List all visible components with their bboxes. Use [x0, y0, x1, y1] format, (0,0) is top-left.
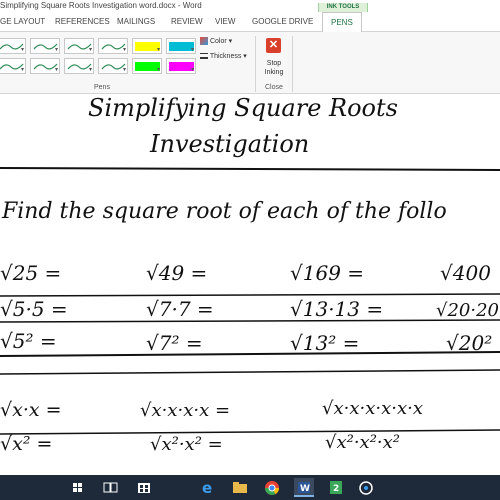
problem-cell: √169 =	[290, 261, 364, 285]
problem-cell: √400	[440, 261, 491, 285]
ink-tools-context-label: INK TOOLS	[318, 3, 368, 12]
problem-cell: √7² =	[146, 331, 203, 355]
app-icon[interactable]: 2	[326, 478, 346, 497]
instruction-text: Find the square root of each of the foll…	[1, 199, 447, 224]
windows-taskbar: e W 2	[0, 475, 500, 500]
problem-cell: √5² =	[0, 329, 57, 353]
chevron-down-icon: ▾	[54, 67, 58, 73]
chevron-down-icon: ▾	[156, 47, 160, 53]
thickness-icon	[200, 53, 208, 60]
edge-icon[interactable]: e	[198, 478, 218, 497]
tab-mailings[interactable]: MAILINGS	[117, 17, 155, 26]
color-icon	[200, 37, 208, 46]
task-view-icon[interactable]	[100, 478, 120, 497]
pen-style-10[interactable]: ▾	[98, 58, 128, 74]
problem-cell: √x²·x² =	[150, 434, 223, 455]
stop-inking-label-1: Stop	[266, 60, 282, 67]
doc-title-line-2: Investigation	[149, 130, 309, 158]
problem-cell: √20²	[446, 331, 492, 355]
pen-style-2[interactable]: ▾	[30, 38, 60, 54]
tab-view[interactable]: VIEW	[215, 17, 235, 26]
chevron-down-icon: ▾	[88, 67, 92, 73]
handwritten-page: Simplifying Square Roots Investigation F…	[0, 94, 500, 455]
document-canvas[interactable]: Simplifying Square Roots Investigation F…	[0, 94, 500, 475]
stop-inking-label-2: Inking	[264, 69, 284, 76]
problem-cell: √x·x·x·x·x·x	[322, 398, 423, 419]
doc-title-line-1: Simplifying Square Roots	[88, 94, 398, 122]
tab-references[interactable]: REFERENCES	[55, 17, 110, 26]
group-divider	[255, 36, 256, 92]
problem-cell: √5·5 =	[0, 297, 68, 321]
pen-style-7[interactable]: ▾	[0, 58, 26, 74]
window-title: Simplifying Square Roots Investigation w…	[0, 1, 202, 10]
problem-cell: √7·7 =	[146, 297, 214, 321]
pens-group-label: Pens	[94, 84, 110, 91]
chrome-icon[interactable]	[262, 478, 282, 497]
pen-style-5[interactable]: ▾	[132, 38, 162, 54]
chevron-down-icon: ▾	[190, 67, 194, 73]
problem-cell: √49 =	[146, 261, 207, 285]
store-icon[interactable]	[134, 478, 154, 497]
pen-style-8[interactable]: ▾	[30, 58, 60, 74]
problem-cell: √13² =	[290, 331, 359, 355]
divider-line	[0, 167, 500, 171]
problem-cell: √25 =	[0, 261, 61, 285]
pen-style-9[interactable]: ▾	[64, 58, 94, 74]
close-group-label: Close	[265, 84, 283, 91]
chevron-down-icon: ▾	[54, 47, 58, 53]
problem-cell: √x² =	[0, 433, 52, 455]
problem-cell: √x·x·x·x =	[140, 400, 230, 421]
chevron-down-icon: ▾	[190, 47, 194, 53]
row-line	[0, 369, 500, 375]
pen-style-12[interactable]: ▾	[166, 58, 196, 74]
chevron-down-icon: ▾	[122, 47, 126, 53]
svg-text:e: e	[202, 479, 212, 497]
pen-style-4[interactable]: ▾	[98, 38, 128, 54]
group-divider	[292, 36, 293, 92]
pen-style-11[interactable]: ▾	[132, 58, 162, 74]
row-line	[0, 293, 500, 297]
title-bar: Simplifying Square Roots Investigation w…	[0, 0, 500, 12]
thickness-label: Thickness	[209, 53, 242, 60]
ribbon-tabs: GE LAYOUT REFERENCES MAILINGS REVIEW VIE…	[0, 12, 500, 32]
row-line	[0, 429, 500, 435]
chevron-down-icon: ▾	[156, 67, 160, 73]
pen-style-1[interactable]: ▾	[0, 38, 26, 54]
stop-inking-icon[interactable]: ✕	[266, 38, 281, 53]
chevron-down-icon: ▾	[122, 67, 126, 73]
problem-cell: √x²·x²·x²	[325, 432, 400, 453]
chevron-down-icon: ▾	[20, 47, 24, 53]
pen-style-3[interactable]: ▾	[64, 38, 94, 54]
chevron-down-icon: ▾	[20, 67, 24, 73]
divider-line	[0, 351, 500, 357]
thickness-button[interactable]: Thickness ▾	[200, 52, 247, 60]
cortana-icon[interactable]	[356, 478, 376, 497]
svg-text:2: 2	[333, 484, 339, 494]
explorer-icon[interactable]	[230, 478, 250, 497]
svg-text:W: W	[300, 484, 310, 494]
problem-cell: √13·13 =	[290, 297, 383, 321]
color-button[interactable]: Color ▾	[200, 37, 232, 46]
problem-cell: √20·20	[436, 300, 499, 321]
tab-page-layout[interactable]: GE LAYOUT	[0, 17, 45, 26]
color-label: Color	[209, 38, 227, 45]
problem-cell: √x·x =	[0, 399, 62, 421]
tab-google-drive[interactable]: GOOGLE DRIVE	[252, 17, 313, 26]
windows-icon[interactable]	[68, 478, 88, 497]
tab-review[interactable]: REVIEW	[171, 17, 203, 26]
word-icon[interactable]: W	[294, 478, 314, 497]
chevron-down-icon: ▾	[88, 47, 92, 53]
row-line	[0, 319, 500, 323]
stop-inking-button[interactable]: Stop Inking	[258, 59, 290, 77]
ribbon: ▾ ▾ ▾ ▾ ▾ ▾ ▾ ▾ ▾ ▾ ▾ ▾ Color ▾ Thickness ▾ Pens ✕ …	[0, 32, 500, 94]
pen-style-6[interactable]: ▾	[166, 38, 196, 54]
tab-pens[interactable]: PENS	[322, 12, 362, 32]
